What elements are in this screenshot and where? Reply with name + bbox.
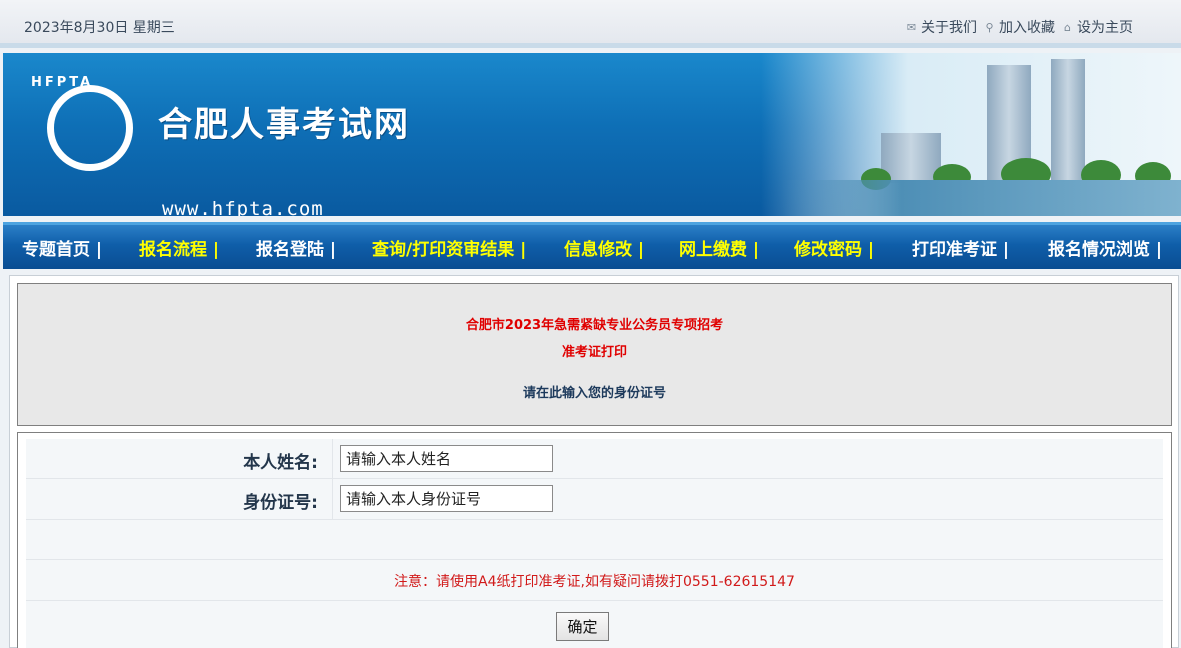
id-row: 身份证号:: [26, 479, 1163, 520]
add-favorite-label: 加入收藏: [999, 20, 1055, 36]
confirm-button[interactable]: 确定: [556, 612, 609, 641]
add-favorite-link[interactable]: ⚲ 加入收藏: [983, 17, 1055, 37]
search-icon: ⚲: [985, 20, 994, 34]
name-label: 本人姓名:: [243, 453, 318, 473]
nav-online-payment[interactable]: 网上缴费 |: [679, 235, 759, 260]
nav-registration-process[interactable]: 报名流程 |: [139, 235, 219, 260]
row-divider: [332, 439, 333, 478]
nav-change-password[interactable]: 修改密码 |: [794, 235, 874, 260]
id-number-input[interactable]: [340, 485, 553, 512]
mail-icon: ✉: [906, 20, 917, 34]
nav-print-admission-ticket[interactable]: 打印准考证 |: [912, 235, 1009, 260]
main-content: 合肥市2023年急需紧缺专业公务员专项招考 准考证打印 请在此输入您的身份证号 …: [9, 275, 1179, 648]
nav-query-print-results[interactable]: 查询/打印资审结果 |: [372, 235, 526, 260]
main-nav: 专题首页 | 报名流程 | 报名登陆 | 查询/打印资审结果 | 信息修改 | …: [3, 222, 1181, 269]
set-homepage-label: 设为主页: [1077, 20, 1133, 36]
nav-info-modify[interactable]: 信息修改 |: [564, 235, 644, 260]
row-divider: [332, 479, 333, 519]
banner-lake: [781, 180, 1181, 216]
warning-row: 注意：请使用A4纸打印准考证,如有疑问请拨打0551-62615147: [26, 560, 1163, 601]
top-bar: 2023年8月30日 星期三 ✉ 关于我们 ⚲ 加入收藏 ⌂ 设为主页: [0, 0, 1181, 48]
site-title: 合肥人事考试网: [158, 105, 410, 145]
site-banner: HFPTA 合肥人事考试网 www.hfpta.com: [3, 53, 1181, 216]
set-homepage-link[interactable]: ⌂ 设为主页: [1061, 17, 1133, 37]
tower-building: [1051, 59, 1085, 185]
warning-text: 注意：请使用A4纸打印准考证,如有疑问请拨打0551-62615147: [394, 574, 795, 590]
about-us-link[interactable]: ✉ 关于我们: [905, 17, 977, 37]
nav-registration-overview[interactable]: 报名情况浏览 |: [1048, 235, 1162, 260]
nav-registration-login[interactable]: 报名登陆 |: [256, 235, 336, 260]
home-icon: ⌂: [1064, 20, 1071, 34]
logo-text: HFPTA: [31, 75, 94, 90]
nav-topic-home[interactable]: 专题首页 |: [22, 235, 102, 260]
current-date: 2023年8月30日 星期三: [24, 20, 175, 36]
name-row: 本人姓名:: [26, 439, 1163, 479]
about-us-label: 关于我们: [921, 20, 977, 36]
name-input[interactable]: [340, 445, 553, 472]
top-links: ✉ 关于我们 ⚲ 加入收藏 ⌂ 设为主页: [905, 17, 1133, 37]
notice-panel: 合肥市2023年急需紧缺专业公务员专项招考 准考证打印 请在此输入您的身份证号: [17, 283, 1172, 426]
spacer-row: [26, 520, 1163, 560]
exam-subtitle: 准考证打印: [561, 345, 627, 360]
id-instruction: 请在此输入您的身份证号: [522, 386, 666, 401]
exam-title: 合肥市2023年急需紧缺专业公务员专项招考: [465, 318, 724, 333]
id-label: 身份证号:: [243, 493, 318, 513]
site-url: www.hfpta.com: [162, 198, 324, 216]
site-logo: [47, 85, 133, 171]
